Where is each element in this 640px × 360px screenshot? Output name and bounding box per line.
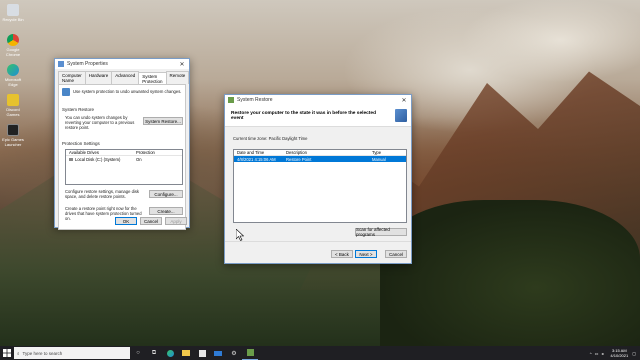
- window-title: System Restore: [237, 97, 273, 103]
- create-button[interactable]: Create...: [149, 207, 183, 215]
- taskbar-search-box[interactable]: ⌕ Type here to search: [14, 347, 130, 359]
- restore-date-cell: 4/8/2021 4:15:06 AM: [237, 156, 276, 162]
- desktop-icon-chrome[interactable]: Google Chrome: [2, 34, 24, 57]
- drive-protection-cell: On: [136, 156, 142, 162]
- file-explorer-icon[interactable]: [178, 346, 194, 360]
- restore-point-row[interactable]: 4/8/2021 4:15:06 AM Restore Point Manual: [234, 156, 406, 162]
- system-tray: ^ ▭ ◂ 3:15 AM 4/10/2021 ▢: [590, 348, 640, 358]
- cancel-button[interactable]: Cancel: [385, 250, 407, 258]
- control-panel-taskbar-icon[interactable]: [242, 346, 258, 360]
- titlebar[interactable]: System Properties ✕: [55, 59, 189, 69]
- volume-icon[interactable]: ◂: [601, 351, 603, 356]
- system-restore-icon: [228, 97, 234, 103]
- edge-icon: [7, 64, 19, 76]
- game-icon: [7, 94, 19, 106]
- chevron-up-icon[interactable]: ^: [590, 351, 592, 356]
- drive-name-cell: Local Disk (C:) (System): [66, 157, 136, 162]
- titlebar[interactable]: System Restore ✕: [225, 95, 411, 105]
- cancel-button[interactable]: Cancel: [140, 217, 162, 225]
- apply-button[interactable]: Apply: [165, 217, 187, 225]
- recycle-bin-icon: [7, 4, 19, 16]
- chrome-icon: [7, 34, 19, 46]
- tab-advanced[interactable]: Advanced: [111, 71, 140, 84]
- ok-button[interactable]: OK: [115, 217, 137, 225]
- column-date-time[interactable]: Date and Time: [234, 150, 286, 155]
- back-button[interactable]: < Back: [331, 250, 353, 258]
- next-button[interactable]: Next >: [355, 250, 377, 258]
- restore-wizard-icon: [395, 109, 407, 122]
- disk-icon: [69, 157, 73, 161]
- system-properties-window: System Properties ✕ Computer Name Hardwa…: [54, 58, 190, 230]
- restore-type-cell: Manual: [372, 156, 386, 162]
- restore-text: You can undo system changes by reverting…: [65, 115, 135, 130]
- shield-icon: [62, 88, 70, 96]
- system-restore-window: System Restore ✕ Restore your computer t…: [224, 94, 412, 264]
- intro-text: Use system protection to undo unwanted s…: [73, 89, 182, 94]
- wizard-heading: Restore your computer to the state it wa…: [231, 111, 377, 121]
- protection-settings-heading: Protection Settings: [62, 141, 100, 146]
- store-icon[interactable]: [194, 346, 210, 360]
- tab-remote[interactable]: Remote: [165, 71, 190, 84]
- epic-games-icon: [7, 124, 19, 136]
- search-placeholder: Type here to search: [22, 350, 63, 356]
- column-description[interactable]: Description: [286, 150, 372, 155]
- column-type[interactable]: Type: [372, 150, 381, 155]
- mouse-cursor-icon: [236, 229, 244, 241]
- edge-taskbar-icon[interactable]: [162, 346, 178, 360]
- close-icon[interactable]: ✕: [400, 97, 408, 104]
- system-protection-pane: Use system protection to undo unwanted s…: [58, 84, 186, 230]
- close-icon[interactable]: ✕: [178, 61, 186, 68]
- network-icon[interactable]: ▭: [595, 351, 599, 356]
- divider: [225, 241, 411, 242]
- restore-description-cell: Restore Point: [286, 156, 312, 162]
- start-button[interactable]: [0, 346, 14, 360]
- tab-strip: Computer Name Hardware Advanced System P…: [55, 69, 190, 85]
- column-protection[interactable]: Protection: [136, 150, 155, 155]
- clock-date: 4/10/2021: [610, 353, 629, 358]
- tab-hardware[interactable]: Hardware: [84, 71, 113, 84]
- drives-list[interactable]: Available Drives Protection Local Disk (…: [65, 149, 183, 185]
- cortana-icon[interactable]: ○: [130, 346, 146, 360]
- window-title: System Properties: [67, 61, 108, 67]
- tab-computer-name[interactable]: Computer Name: [58, 71, 86, 84]
- computer-icon: [58, 61, 64, 67]
- desktop-icon-games[interactable]: Discord Games: [2, 94, 24, 117]
- taskbar: ⌕ Type here to search ○ ⧉ ⚙ ^ ▭ ◂ 3:15 A…: [0, 346, 640, 360]
- configure-text: Configure restore settings, manage disk …: [65, 189, 140, 199]
- task-view-icon[interactable]: ⧉: [146, 346, 162, 360]
- system-restore-button[interactable]: System Restore...: [143, 117, 183, 125]
- system-restore-heading: System Restore: [62, 107, 95, 112]
- notifications-icon[interactable]: ▢: [632, 351, 636, 356]
- scan-affected-programs-button[interactable]: Scan for affected programs: [355, 227, 407, 237]
- restore-points-list[interactable]: Date and Time Description Type 4/8/2021 …: [233, 149, 407, 223]
- configure-button[interactable]: Configure...: [149, 190, 183, 198]
- wizard-header: Restore your computer to the state it wa…: [225, 105, 411, 127]
- column-available-drives[interactable]: Available Drives: [66, 150, 136, 155]
- foliage: [380, 200, 640, 346]
- settings-taskbar-icon[interactable]: ⚙: [226, 346, 242, 360]
- desktop-icon-recycle-bin[interactable]: Recycle Bin: [2, 4, 24, 22]
- drive-row[interactable]: Local Disk (C:) (System) On: [66, 156, 182, 162]
- windows-logo-icon: [3, 349, 11, 357]
- mail-icon[interactable]: [210, 346, 226, 360]
- desktop-icon-epic[interactable]: Epic Games Launcher: [2, 124, 24, 147]
- clock[interactable]: 3:15 AM 4/10/2021: [610, 348, 628, 358]
- desktop-icon-edge[interactable]: Microsoft Edge: [2, 64, 24, 87]
- search-icon: ⌕: [17, 350, 20, 356]
- timezone-text: Current time zone: Pacific Daylight Time: [233, 136, 308, 141]
